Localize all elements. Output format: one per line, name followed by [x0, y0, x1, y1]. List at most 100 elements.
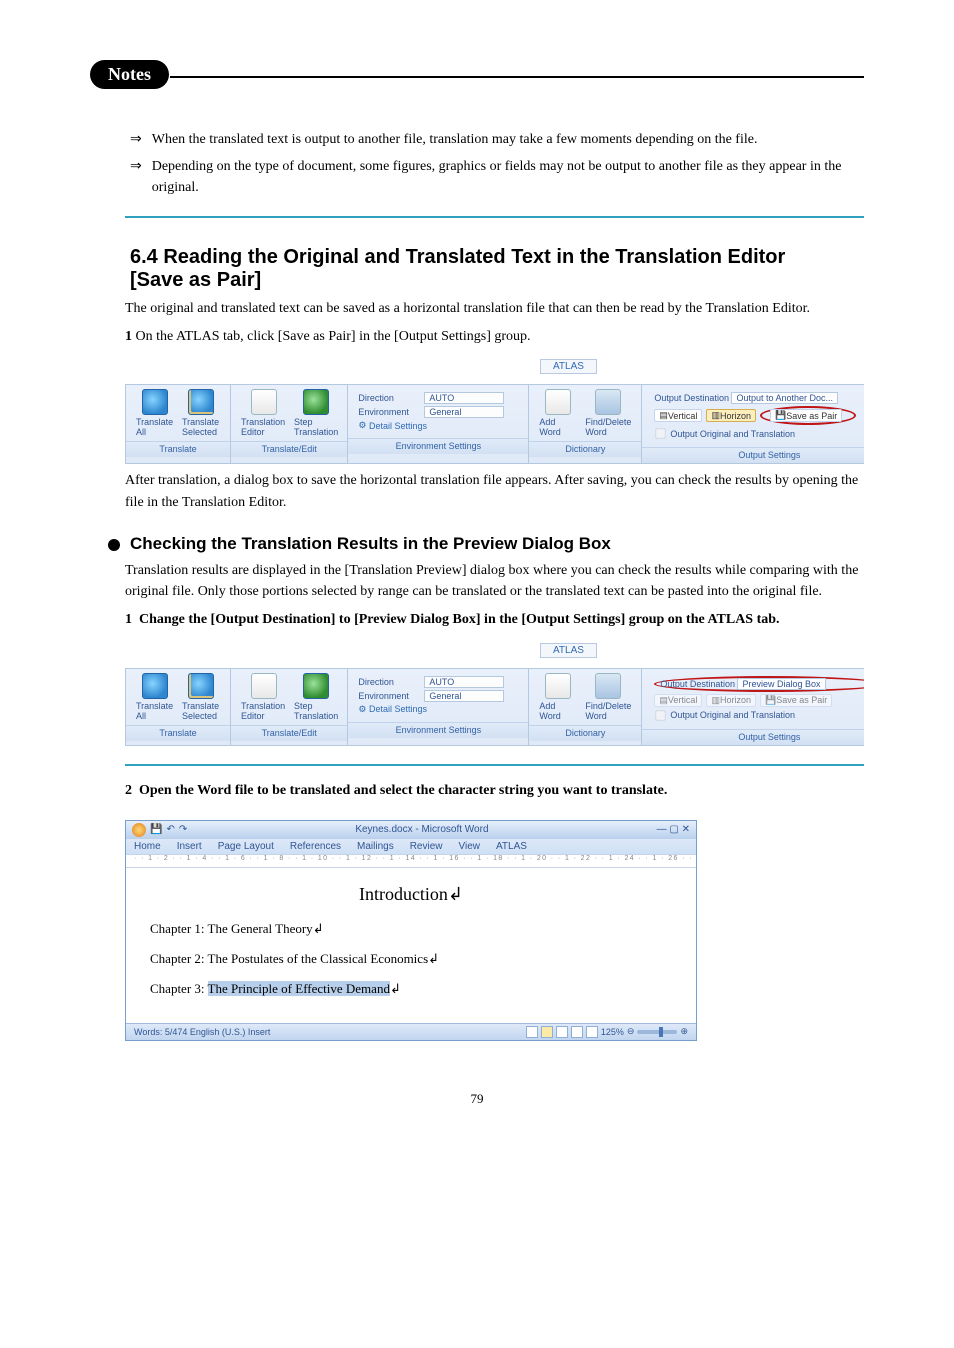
- find-word-icon: [595, 389, 621, 415]
- step-1-text: On the ATLAS tab, click [Save as Pair] i…: [136, 329, 531, 344]
- output-dest-dropdown[interactable]: Preview Dialog Box: [737, 678, 825, 690]
- translate-selected-button[interactable]: Translate Selected: [178, 673, 224, 721]
- tab-view[interactable]: View: [459, 841, 481, 852]
- find-word-icon: [595, 673, 621, 699]
- save-as-pair-button[interactable]: 💾 Save as Pair: [770, 409, 842, 422]
- dict-group-label: Dictionary: [529, 725, 641, 741]
- preview-intro: Translation results are displayed in the…: [125, 560, 864, 603]
- atlas-tab-label-2[interactable]: ATLAS: [540, 643, 597, 658]
- zoom-in-icon[interactable]: ⊕: [680, 1026, 688, 1037]
- edit-group-label: Translate/Edit: [231, 725, 347, 741]
- zoom-out-icon[interactable]: ⊖: [627, 1026, 635, 1037]
- output-dest-key: Output Destination: [654, 393, 729, 403]
- horizontal-button[interactable]: ▥ Horizon: [706, 409, 756, 422]
- tab-mailings[interactable]: Mailings: [357, 841, 394, 852]
- translation-editor-button[interactable]: Translation Editor: [237, 389, 291, 437]
- section-6-4-explain: After translation, a dialog box to save …: [125, 470, 864, 513]
- tab-review[interactable]: Review: [410, 841, 443, 852]
- selection[interactable]: The Principle of Effective Demand: [208, 981, 390, 996]
- notes-bullet-2: Depending on the type of document, some …: [152, 156, 864, 198]
- atlas-tab-label[interactable]: ATLAS: [540, 359, 597, 374]
- status-left: Words: 5/474 English (U.S.) Insert: [134, 1027, 270, 1037]
- globe-doc-icon: [188, 673, 214, 699]
- gear-icon: ⚙: [358, 420, 366, 431]
- step-translation-button[interactable]: Step Translation: [291, 673, 342, 721]
- step-icon: [303, 389, 329, 415]
- environment-key: Environment: [358, 691, 424, 701]
- window-title: Keynes.docx - Microsoft Word: [355, 824, 488, 835]
- editor-icon: [251, 673, 277, 699]
- direction-dropdown[interactable]: AUTO: [424, 676, 504, 688]
- translate-all-button[interactable]: Translate All: [132, 389, 178, 437]
- bullet-glyph: ⇒: [130, 129, 142, 150]
- output-group-label: Output Settings: [642, 729, 864, 745]
- output-dest-dropdown[interactable]: Output to Another Doc...: [731, 392, 838, 404]
- add-word-icon: [545, 673, 571, 699]
- env-group-label: Environment Settings: [348, 722, 528, 738]
- globe-doc-icon: [188, 389, 214, 415]
- output-orig-trans-checkbox[interactable]: [656, 429, 666, 439]
- editor-icon: [251, 389, 277, 415]
- tab-atlas[interactable]: ATLAS: [496, 841, 527, 852]
- preview-step2: Open the Word file to be translated and …: [139, 783, 667, 798]
- translate-selected-button[interactable]: Translate Selected: [178, 389, 224, 437]
- direction-key: Direction: [358, 393, 424, 403]
- environment-key: Environment: [358, 407, 424, 417]
- document-body[interactable]: Introduction↲ Chapter 1: The General The…: [126, 868, 696, 1023]
- edit-group-label: Translate/Edit: [231, 441, 347, 457]
- section-6-4-intro: The original and translated text can be …: [125, 298, 864, 320]
- office-button-icon[interactable]: [132, 823, 146, 837]
- view-print-layout-icon[interactable]: [526, 1026, 538, 1038]
- globe-icon: [142, 389, 168, 415]
- output-orig-trans-checkbox[interactable]: [656, 710, 666, 720]
- notes-bullet-1: When the translated text is output to an…: [152, 129, 758, 150]
- qat[interactable]: 💾 ↶ ↷: [132, 823, 187, 837]
- undo-icon[interactable]: ↶: [166, 824, 174, 835]
- vertical-button[interactable]: ▤ Vertical: [654, 409, 702, 422]
- output-orig-trans-label: Output Original and Translation: [670, 710, 795, 720]
- view-web-icon[interactable]: [556, 1026, 568, 1038]
- dict-group-label: Dictionary: [529, 441, 641, 457]
- environment-dropdown[interactable]: General: [424, 406, 504, 418]
- black-bullet-icon: [108, 539, 120, 551]
- doc-p1: Chapter 1: The General Theory↲: [150, 921, 672, 937]
- tab-page-layout[interactable]: Page Layout: [218, 841, 274, 852]
- output-orig-trans-label: Output Original and Translation: [670, 429, 795, 439]
- detail-settings-link[interactable]: ⚙ Detail Settings: [358, 704, 518, 715]
- word-tabs[interactable]: Home Insert Page Layout References Maili…: [126, 839, 696, 854]
- view-draft-icon[interactable]: [586, 1026, 598, 1038]
- tab-references[interactable]: References: [290, 841, 341, 852]
- step-translation-button[interactable]: Step Translation: [291, 389, 342, 437]
- translate-all-button[interactable]: Translate All: [132, 673, 178, 721]
- find-delete-word-button[interactable]: Find/Delete Word: [581, 673, 635, 721]
- tab-home[interactable]: Home: [134, 841, 161, 852]
- step-icon: [303, 673, 329, 699]
- translate-group-label: Translate: [126, 725, 230, 741]
- save-icon[interactable]: 💾: [150, 824, 162, 835]
- find-delete-word-button[interactable]: Find/Delete Word: [581, 389, 635, 437]
- section-6-4-title: 6.4 Reading the Original and Translated …: [130, 246, 824, 292]
- translation-editor-button[interactable]: Translation Editor: [237, 673, 291, 721]
- atlas-ribbon-1: Translate All Translate Selected Transla…: [125, 384, 864, 464]
- window-controls[interactable]: — ▢ ✕: [657, 824, 690, 835]
- add-word-button[interactable]: Add Word: [535, 673, 581, 721]
- direction-dropdown[interactable]: AUTO: [424, 392, 504, 404]
- save-as-pair-button: 💾 Save as Pair: [760, 694, 832, 707]
- bullet-glyph: ⇒: [130, 156, 142, 198]
- notes-heading: Notes: [90, 60, 169, 89]
- step-number: 2: [125, 783, 132, 798]
- detail-settings-link[interactable]: ⚙ Detail Settings: [358, 420, 518, 431]
- doc-p2: Chapter 2: The Postulates of the Classic…: [150, 951, 672, 967]
- environment-dropdown[interactable]: General: [424, 690, 504, 702]
- output-dest-key: Output Destination: [660, 679, 735, 689]
- zoom-slider[interactable]: [637, 1030, 677, 1034]
- view-outline-icon[interactable]: [571, 1026, 583, 1038]
- add-word-button[interactable]: Add Word: [535, 389, 581, 437]
- globe-icon: [142, 673, 168, 699]
- atlas-ribbon-2: Translate All Translate Selected Transla…: [125, 668, 864, 746]
- redo-icon[interactable]: ↷: [179, 824, 187, 835]
- tab-insert[interactable]: Insert: [177, 841, 202, 852]
- doc-p3: Chapter 3: The Principle of Effective De…: [150, 981, 672, 997]
- step-number: 1: [125, 329, 132, 344]
- view-full-screen-icon[interactable]: [541, 1026, 553, 1038]
